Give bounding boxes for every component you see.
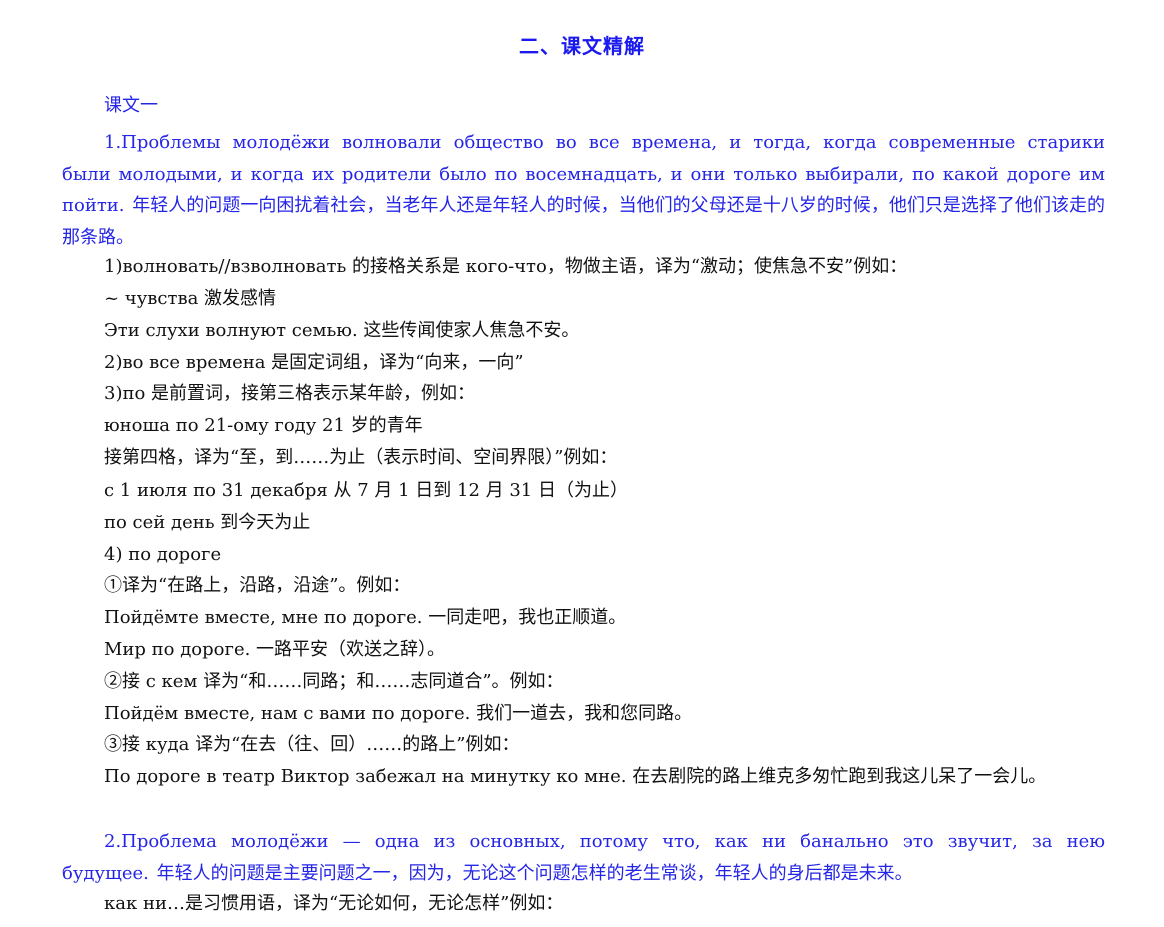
note-line: 接第四格，译为“至，到……为止（表示时间、空间界限）”例如： [104,447,618,468]
note-line: юноша по 21-ому году 21 岁的青年 [104,415,423,436]
note-line: с 1 июля по 31 декабря 从 7 月 1 日到 12 月 3… [104,480,628,501]
note-line: как ни…是习惯用语，译为“无论如何，无论怎样”例如： [104,893,564,914]
note-line: 2)во все времена 是固定词组，译为“向来，一向” [104,352,524,373]
paragraph-2: 2.Проблема молодёжи — одна из основных, … [62,831,1105,884]
note-line: ~ чувства 激发感情 [104,288,277,309]
note-line: ①译为“在路上，沿路，沿途”。例如： [104,575,411,596]
paragraph-1: 1.Проблемы молодёжи волновали общество в… [62,132,1105,248]
note-line: по сей день 到今天为止 [104,512,311,533]
page-title: 二、课文精解 [519,34,645,58]
document-page: 二、课文精解 课文一 1.Проблемы молодёжи волновали… [0,0,1164,927]
note-line: Пойдём вместе, нам с вами по дороге. 我们一… [104,703,693,724]
note-line: ②接 с кем 译为“和……同路；和……志同道合”。例如： [104,671,564,692]
note-line: Эти слухи волнуют семью. 这些传闻使家人焦急不安。 [104,320,580,341]
note-line: 4) по дороге [104,544,222,565]
note-line: 3)по 是前置词，接第三格表示某年龄，例如： [104,383,476,404]
note-line: По дороге в театр Виктор забежал на мину… [104,766,1047,787]
note-line: ③接 куда 译为“在去（往、回）……的路上”例如： [104,734,520,755]
section-label: 课文一 [104,95,158,116]
note-line: Пойдёмте вместе, мне по дороге. 一同走吧，我也正… [104,607,627,628]
note-line: 1)волновать//взволновать 的接格关系是 кого-что… [104,256,908,277]
note-line: Мир по дороге. 一路平安（欢送之辞）。 [104,639,446,660]
